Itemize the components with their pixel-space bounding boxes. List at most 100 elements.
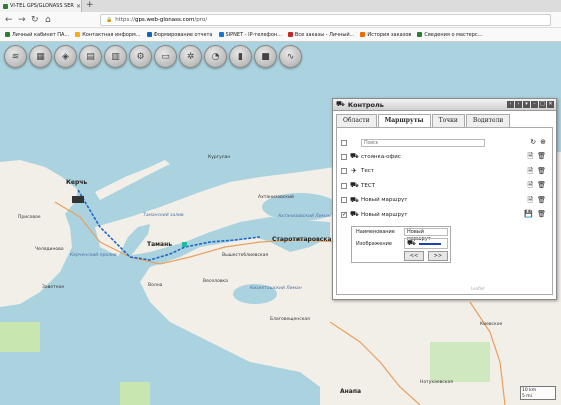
layers-alt-icon: ◈ <box>62 51 69 62</box>
close-icon[interactable]: ✕ <box>547 101 554 108</box>
delete-icon[interactable]: 🗑 <box>537 210 546 218</box>
delete-icon[interactable]: 🗑 <box>537 181 546 192</box>
delete-icon[interactable]: 🗑 <box>537 152 546 163</box>
browser-tab[interactable]: VI-TEL GPS/GLONASS SER ✕ <box>0 0 82 12</box>
bookmark-item[interactable]: Сведения о мастерс... <box>417 32 482 38</box>
reload-icon[interactable]: ↻ <box>31 13 39 27</box>
settings-button[interactable]: ⚙ <box>129 45 152 68</box>
settings-icon: ⚙ <box>136 51 145 62</box>
camera-button[interactable]: ■ <box>254 45 277 68</box>
back-icon[interactable]: ← <box>5 13 13 27</box>
name-field[interactable]: Новый маршрут <box>404 228 448 242</box>
next-button[interactable]: >> <box>428 251 448 261</box>
scroll-left-icon[interactable]: ‹ <box>507 101 514 108</box>
maximize-icon[interactable]: □ <box>539 101 546 108</box>
select-all-checkbox[interactable] <box>341 139 347 146</box>
layers-button[interactable]: ≋ <box>4 45 27 68</box>
add-route-icon[interactable]: ⊕ <box>540 138 546 146</box>
home-icon[interactable]: ⌂ <box>45 13 51 27</box>
route-row[interactable]: ⛟ Новый маршрут 🗎 🗑 <box>341 196 546 205</box>
delete-icon[interactable]: 🗑 <box>537 167 546 178</box>
layers-icon: ≋ <box>11 51 20 62</box>
panel-header[interactable]: ⛟ Контроль ‹ › ▾ – □ ✕ <box>333 99 556 111</box>
route-details: Наименование Новый маршрут Изображение ⛟… <box>351 226 451 263</box>
bookmark-item[interactable]: SIPNET - IP-телефон... <box>218 32 282 38</box>
route-image-picker[interactable]: ⛟ <box>404 238 448 249</box>
window-button[interactable]: ▭ <box>154 45 177 68</box>
save-icon[interactable]: 💾 <box>524 210 533 218</box>
gauge-icon: ◔ <box>211 51 220 62</box>
map-label-kerch-strait: Керченский пролив <box>70 253 117 258</box>
map-label-blagoveshchenskaya: Благовещенская <box>270 317 310 322</box>
collapse-icon[interactable]: ▾ <box>523 101 530 108</box>
bookmark-item[interactable]: Контактная информ... <box>75 32 141 38</box>
route-checkbox[interactable] <box>341 153 347 160</box>
search-input[interactable] <box>361 138 485 147</box>
scroll-right-icon[interactable]: › <box>515 101 522 108</box>
report-button[interactable]: ▤ <box>79 45 102 68</box>
bookmark-item[interactable]: Все заказы - Личный... <box>287 32 354 38</box>
tab-title: VI-TEL GPS/GLONASS SER <box>10 3 74 9</box>
bookmark-item[interactable]: История заказов <box>360 32 411 38</box>
route-checkbox[interactable] <box>341 182 347 189</box>
gear-settings-button[interactable]: ✲ <box>179 45 202 68</box>
search-row: ↻ ⊕ <box>341 138 546 147</box>
route-row[interactable]: ⛟ стоянка-офис 🗎 🗑 <box>341 152 546 161</box>
edit-document-icon[interactable]: 🗎 <box>527 196 533 207</box>
tab-points[interactable]: Точки <box>431 114 465 127</box>
tab-routes[interactable]: Маршруты <box>377 114 431 128</box>
bookmark-label: Сведения о мастерс... <box>424 31 483 38</box>
route-line-sample <box>418 242 441 245</box>
tab-areas[interactable]: Области <box>336 114 377 127</box>
control-panel: ⛟ Контроль ‹ › ▾ – □ ✕ Области Маршруты … <box>332 98 557 300</box>
bookmark-favicon-icon <box>5 32 10 37</box>
map-label-taman: Тамань <box>147 241 173 248</box>
route-checkbox[interactable] <box>341 168 347 174</box>
scale-bar: 10 km 5 mi <box>520 386 556 400</box>
map-label-anapa: Анапа <box>340 388 362 395</box>
device-button[interactable]: ▮ <box>229 45 252 68</box>
bookmark-favicon-icon <box>146 32 152 37</box>
edit-document-icon[interactable]: 🗎 <box>527 167 533 178</box>
prev-button[interactable]: << <box>404 251 424 261</box>
route-row[interactable]: ⛟ ТЕСТ 🗎 🗑 <box>341 181 546 190</box>
route-checkbox[interactable] <box>341 197 347 203</box>
map-button[interactable]: ▦ <box>29 45 52 68</box>
map-label-starotitarovskaya: Старотитаровская <box>272 236 336 243</box>
vehicle-marker[interactable] <box>72 196 84 203</box>
new-tab-button[interactable]: + <box>86 0 94 11</box>
route-type-icon: ✈ <box>351 167 357 175</box>
refresh-icon[interactable]: ↻ <box>530 138 536 146</box>
gauge-button[interactable]: ◔ <box>204 45 227 68</box>
bookmark-favicon-icon <box>417 32 423 37</box>
map-label-vesyolovka: Веселовка <box>203 279 228 284</box>
layers-alt-button[interactable]: ◈ <box>54 45 77 68</box>
map-label-natukhaevskaya: Натухаевская <box>420 380 453 385</box>
route-checkbox[interactable]: ✓ <box>341 211 347 218</box>
camera-icon: ■ <box>261 51 270 62</box>
route-row[interactable]: ✈ Тест 🗎 🗑 <box>341 167 546 176</box>
map-label-kievskoe: Киевское <box>480 322 503 327</box>
bookmark-label: Формирование отчета <box>153 31 213 38</box>
route-button[interactable]: ∿ <box>279 45 302 68</box>
window-icon: ▭ <box>161 51 170 62</box>
map-label-chelyadinovo: Челядиново <box>35 247 64 252</box>
route-type-icon: ⛟ <box>350 152 359 160</box>
bookmark-item[interactable]: Личный кабинет ПА... <box>5 32 69 38</box>
gear-settings-icon: ✲ <box>186 51 195 62</box>
delete-icon[interactable]: 🗑 <box>537 196 546 207</box>
edit-document-icon[interactable]: 🗎 <box>527 152 533 163</box>
bookmark-item[interactable]: Формирование отчета <box>146 31 213 38</box>
route-row[interactable]: ✓ ⛟ Новый маршрут 💾 🗑 <box>341 210 546 219</box>
navigation-bar: ← → ↻ ⌂ 🔒 https://gps.web-glonass.com/pr… <box>0 12 561 28</box>
tab-close-icon[interactable]: ✕ <box>76 3 81 10</box>
edit-document-icon[interactable]: 🗎 <box>527 181 533 192</box>
report-alt-button[interactable]: ▥ <box>104 45 127 68</box>
routes-tab-body: ↻ ⊕ ⛟стоянка-офис🗎🗑✈Тест🗎🗑⛟ТЕСТ🗎🗑⛟Новый … <box>336 127 553 295</box>
route-label: ТЕСТ <box>361 182 376 189</box>
minimize-icon[interactable]: – <box>531 101 538 108</box>
forward-icon[interactable]: → <box>18 13 26 27</box>
bookmarks-bar: Личный кабинет ПА... Контактная информ...… <box>0 28 561 42</box>
tab-drivers[interactable]: Водители <box>465 114 511 127</box>
address-bar[interactable]: 🔒 https://gps.web-glonass.com/pro/ <box>100 14 551 26</box>
